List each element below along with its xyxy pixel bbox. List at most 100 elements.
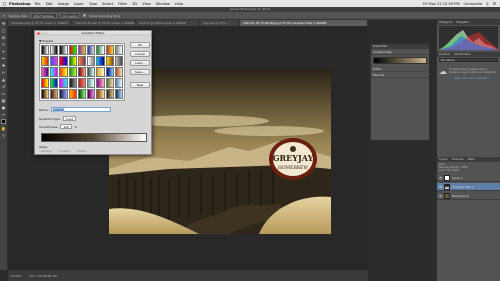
gradient-preset-swatch[interactable]: [68, 56, 77, 66]
quick-select-tool-icon[interactable]: ✎: [1, 42, 7, 48]
menu-select[interactable]: Select: [102, 2, 113, 6]
gradient-preset-swatch[interactable]: [41, 56, 50, 66]
gradient-preset-swatch[interactable]: [96, 89, 105, 99]
reverse-checkbox[interactable]: Reverse: [371, 72, 429, 78]
stop-delete-button[interactable]: Delete: [77, 149, 86, 153]
menu-window[interactable]: Window: [156, 2, 170, 6]
crop-tool-icon[interactable]: ⌖: [1, 49, 7, 55]
hand-tool-icon[interactable]: ✋: [1, 126, 7, 132]
smoothness-input[interactable]: 100: [60, 124, 73, 129]
gradient-preset-swatch[interactable]: [114, 67, 123, 77]
menu-file[interactable]: File: [35, 2, 41, 6]
gradient-preset-swatch[interactable]: [77, 78, 87, 88]
name-field[interactable]: Custom: [50, 107, 111, 112]
menu-edit[interactable]: Edit: [46, 2, 53, 6]
menu-type[interactable]: Type: [89, 2, 97, 6]
gradient-preset-swatch[interactable]: [41, 67, 50, 77]
zoom-tool-icon[interactable]: ⚲: [1, 133, 7, 139]
menu-image[interactable]: Image: [58, 2, 69, 6]
gradient-preset-swatch[interactable]: [77, 45, 87, 55]
gradient-preset-swatch[interactable]: [59, 78, 68, 88]
gradient-preset-swatch[interactable]: [105, 67, 114, 77]
gradient-preset-swatch[interactable]: [50, 78, 59, 88]
gradient-map-swatch[interactable]: [373, 57, 427, 64]
menu-filter[interactable]: Filter: [118, 2, 127, 6]
gradient-preset-swatch[interactable]: [59, 56, 68, 66]
gradient-preset-swatch[interactable]: [87, 89, 96, 99]
gradient-preview-bar[interactable]: [41, 133, 147, 142]
brush-tool-icon[interactable]: ✏: [1, 70, 7, 76]
gradient-preset-swatch[interactable]: [50, 67, 59, 77]
healing-tool-icon[interactable]: ✚: [1, 63, 7, 69]
menu-list-icon[interactable]: ☰: [493, 2, 496, 6]
learn-more-link[interactable]: Learn more about Libraries: [454, 77, 500, 80]
library-select[interactable]: My Library: [439, 58, 498, 62]
lasso-tool-icon[interactable]: ✿: [1, 35, 7, 41]
gradient-preset-swatch[interactable]: [41, 78, 50, 88]
tab-layers[interactable]: Layers: [437, 157, 450, 162]
visibility-eye-icon[interactable]: 👁: [439, 176, 443, 180]
gradient-preset-swatch[interactable]: [114, 78, 123, 88]
sample-size-select[interactable]: Point Sample: [30, 13, 57, 18]
gradient-preset-swatch[interactable]: [68, 67, 77, 77]
gradient-preset-swatch[interactable]: [59, 45, 68, 55]
gradient-preset-swatch[interactable]: [68, 45, 77, 55]
visibility-eye-icon[interactable]: 👁: [439, 194, 443, 198]
gradient-preset-swatch[interactable]: [105, 78, 114, 88]
ok-button[interactable]: OK: [130, 42, 150, 48]
gradient-preset-swatch[interactable]: [105, 45, 114, 55]
apple-icon[interactable]: : [0, 1, 9, 6]
app-menu[interactable]: Photoshop: [9, 2, 31, 6]
eyedropper-tool-icon[interactable]: ✒: [1, 56, 7, 62]
gradient-preset-swatch[interactable]: [50, 56, 59, 66]
tab-navigator[interactable]: Navigator: [454, 20, 471, 25]
gradient-preset-swatch[interactable]: [105, 89, 114, 99]
layer-row[interactable]: 👁 Layer 1: [437, 174, 500, 182]
new-button[interactable]: New: [130, 82, 150, 88]
menu-view[interactable]: View: [142, 2, 151, 6]
gradient-preset-swatch[interactable]: [87, 78, 96, 88]
gradient-preset-swatch[interactable]: [96, 56, 105, 66]
gradient-preset-swatch[interactable]: [77, 56, 87, 66]
eyedropper-icon[interactable]: ✒: [3, 14, 6, 18]
tab-paths[interactable]: Paths: [466, 157, 477, 162]
load-button[interactable]: Load...: [130, 60, 150, 66]
layer-row[interactable]: 👁 Background: [437, 192, 500, 200]
save-button[interactable]: Save...: [130, 69, 150, 75]
gradient-preset-swatch[interactable]: [114, 56, 123, 66]
dodge-tool-icon[interactable]: ●: [1, 105, 7, 111]
gradient-preset-swatch[interactable]: [41, 45, 50, 55]
user-name[interactable]: Cartophile: [464, 2, 483, 6]
tab-histogram[interactable]: Histogram: [437, 20, 454, 25]
gradient-preset-swatch[interactable]: [114, 45, 123, 55]
gradient-preset-swatch[interactable]: [87, 67, 96, 77]
menu-layer[interactable]: Layer: [74, 2, 84, 6]
history-brush-tool-icon[interactable]: ↺: [1, 84, 7, 90]
gradient-preset-swatch[interactable]: [68, 78, 77, 88]
cancel-button[interactable]: Cancel: [130, 51, 150, 57]
gradient-preset-swatch[interactable]: [68, 89, 77, 99]
gradient-tool-icon[interactable]: ▩: [1, 98, 7, 104]
gradient-preset-swatch[interactable]: [77, 67, 87, 77]
gradient-preset-swatch[interactable]: [96, 45, 105, 55]
gradient-preset-swatch[interactable]: [87, 56, 96, 66]
menu-3d[interactable]: 3D: [132, 2, 137, 6]
visibility-eye-icon[interactable]: 👁: [439, 185, 443, 189]
show-sampling-ring-checkbox[interactable]: [83, 14, 87, 17]
tab-adjustments[interactable]: Adjustments: [452, 52, 472, 57]
gradient-preset-swatch[interactable]: [96, 67, 105, 77]
gradient-preset-swatch[interactable]: [50, 89, 59, 99]
marquee-tool-icon[interactable]: □: [1, 28, 7, 34]
sample-layers-select[interactable]: All Layers: [59, 13, 81, 18]
zoom-level[interactable]: 33.33%: [10, 274, 21, 278]
stamp-tool-icon[interactable]: ▲: [1, 77, 7, 83]
menu-help[interactable]: Help: [175, 2, 183, 6]
layer-row[interactable]: 👁 Gradient Map 1: [437, 183, 500, 191]
pen-tool-icon[interactable]: ✑: [1, 112, 7, 118]
gradient-preset-swatch[interactable]: [96, 78, 105, 88]
gradient-preset-swatch[interactable]: [87, 45, 96, 55]
tab-channels[interactable]: Channels: [450, 157, 466, 162]
move-tool-icon[interactable]: ✥: [1, 21, 7, 27]
fill-field[interactable]: Fill: 100%: [447, 169, 460, 172]
tab-libraries[interactable]: Libraries: [437, 52, 452, 57]
